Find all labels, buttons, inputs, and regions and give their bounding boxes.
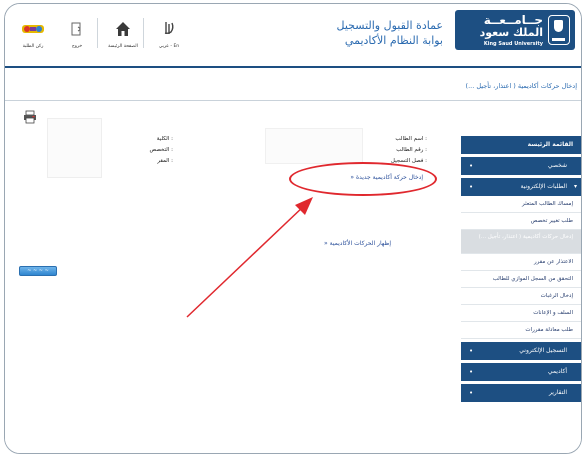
major-label: التخصص : xyxy=(149,147,173,153)
logo-line1: جــامــعــة xyxy=(483,13,543,27)
exit-icon xyxy=(71,22,81,36)
sidebar-subitem[interactable]: إدخال الرغبات xyxy=(461,288,581,305)
sidebar-header[interactable]: القائمة الرئيسة xyxy=(461,136,581,154)
sidebar-item-label: التقارير xyxy=(548,389,567,396)
college-label: الكلية : xyxy=(156,136,173,142)
bullet-icon: • xyxy=(469,162,474,170)
show-academic-moves-link[interactable]: » إظهار الحركات الأكاديمية xyxy=(324,240,391,247)
nav-language[interactable]: عربي - En xyxy=(149,20,189,49)
logo-english: King Saud University xyxy=(483,41,543,47)
nav-home-label: الصفحة الرئيسة xyxy=(108,44,138,49)
sidebar-item-label: التسجيل الإلكتروني xyxy=(519,347,567,354)
nav-language-label: عربي - En xyxy=(158,44,180,49)
nav-student-label: ركن الطلبة xyxy=(22,44,44,49)
student-info-left: الكلية : التخصص : المقر : xyxy=(123,134,173,167)
sidebar-subitem[interactable]: إمساك الطالب المتعثر xyxy=(461,196,581,213)
bullet-icon: • xyxy=(469,183,474,191)
deanship-line2: بوابة النظام الأكاديمي xyxy=(344,34,443,47)
header: جــامــعــة الملك سعود King Saud Univers… xyxy=(5,4,581,68)
student-photo xyxy=(47,118,102,178)
sidebar-subitem[interactable]: طلب معادلة مقررات xyxy=(461,322,581,339)
sidebar-item-academic[interactable]: • أكاديمي xyxy=(461,363,581,381)
sidebar-item-personal[interactable]: • شخصي xyxy=(461,157,581,175)
header-rule xyxy=(5,66,581,68)
bullet-icon: • xyxy=(469,389,474,397)
new-academic-request-link[interactable]: » إدخال حركة أكاديمية جديدة xyxy=(350,174,423,181)
deanship-title: عمادة القبول والتسجيل بوابة النظام الأكا… xyxy=(337,18,444,48)
sidebar-subitem[interactable]: الاعتذار عن مقرر xyxy=(461,254,581,271)
sidebar-item-e-registration[interactable]: • التسجيل الإلكتروني xyxy=(461,342,581,360)
student-name-box xyxy=(265,128,363,164)
campus-label: المقر : xyxy=(157,158,173,164)
nav-exit-label: خروج xyxy=(71,44,83,49)
main-content: اسم الطالب : رقم الطالب : فصل التسجيل : … xyxy=(5,106,463,453)
nav-student-corner[interactable]: ركن الطلبة xyxy=(13,20,53,49)
sidebar-item-label: شخصي xyxy=(547,162,567,169)
sidebar-item-reports[interactable]: • التقارير xyxy=(461,384,581,402)
nav-divider xyxy=(143,18,144,48)
page-frame: جــامــعــة الملك سعود King Saud Univers… xyxy=(4,3,582,454)
university-logo[interactable]: جــامــعــة الملك سعود King Saud Univers… xyxy=(455,10,575,50)
breadcrumb[interactable]: إدخال حركات أكاديمية ( اعتذار، تأجيل ...… xyxy=(5,82,581,96)
student-icon xyxy=(22,25,44,33)
sidebar: القائمة الرئيسة • شخصي • الطلبات الإلكتر… xyxy=(461,106,581,453)
annotation-arrow xyxy=(186,197,313,318)
sidebar-subitem-selected[interactable]: إدخال حركات أكاديمية ( اعتذار، تأجيل ...… xyxy=(461,230,581,254)
expand-arrow-icon: ▾ xyxy=(573,183,577,190)
nav-home[interactable]: الصفحة الرئيسة xyxy=(103,20,143,49)
emblem-icon xyxy=(548,15,570,45)
home-icon xyxy=(116,22,130,36)
nav-divider xyxy=(97,18,98,48)
sidebar-subitem[interactable]: طلب تغيير تخصص xyxy=(461,213,581,230)
print-icon[interactable] xyxy=(23,110,37,124)
student-name-label: اسم الطالب : xyxy=(395,136,427,142)
sidebar-subitem[interactable]: التحقق من السجل الموازي للطالب xyxy=(461,271,581,288)
nav-exit[interactable]: خروج xyxy=(57,20,97,49)
sidebar-subitem[interactable]: السلف و الإعانات xyxy=(461,305,581,322)
logo-line2: الملك سعود xyxy=(479,26,543,39)
sidebar-item-label: الطلبات الإلكترونية xyxy=(520,183,567,190)
deanship-line1: عمادة القبول والتسجيل xyxy=(336,19,444,32)
student-id-label: رقم الطالب : xyxy=(396,147,427,153)
bullet-icon: • xyxy=(469,347,474,355)
divider xyxy=(5,100,581,101)
calligraphy-logo-icon xyxy=(164,22,174,35)
sidebar-item-e-requests[interactable]: • الطلبات الإلكترونية ▾ xyxy=(461,178,581,196)
action-button[interactable]: ~ ~ ~ ~ xyxy=(19,266,57,276)
bullet-icon: • xyxy=(469,368,474,376)
sidebar-item-label: أكاديمي xyxy=(547,368,567,375)
